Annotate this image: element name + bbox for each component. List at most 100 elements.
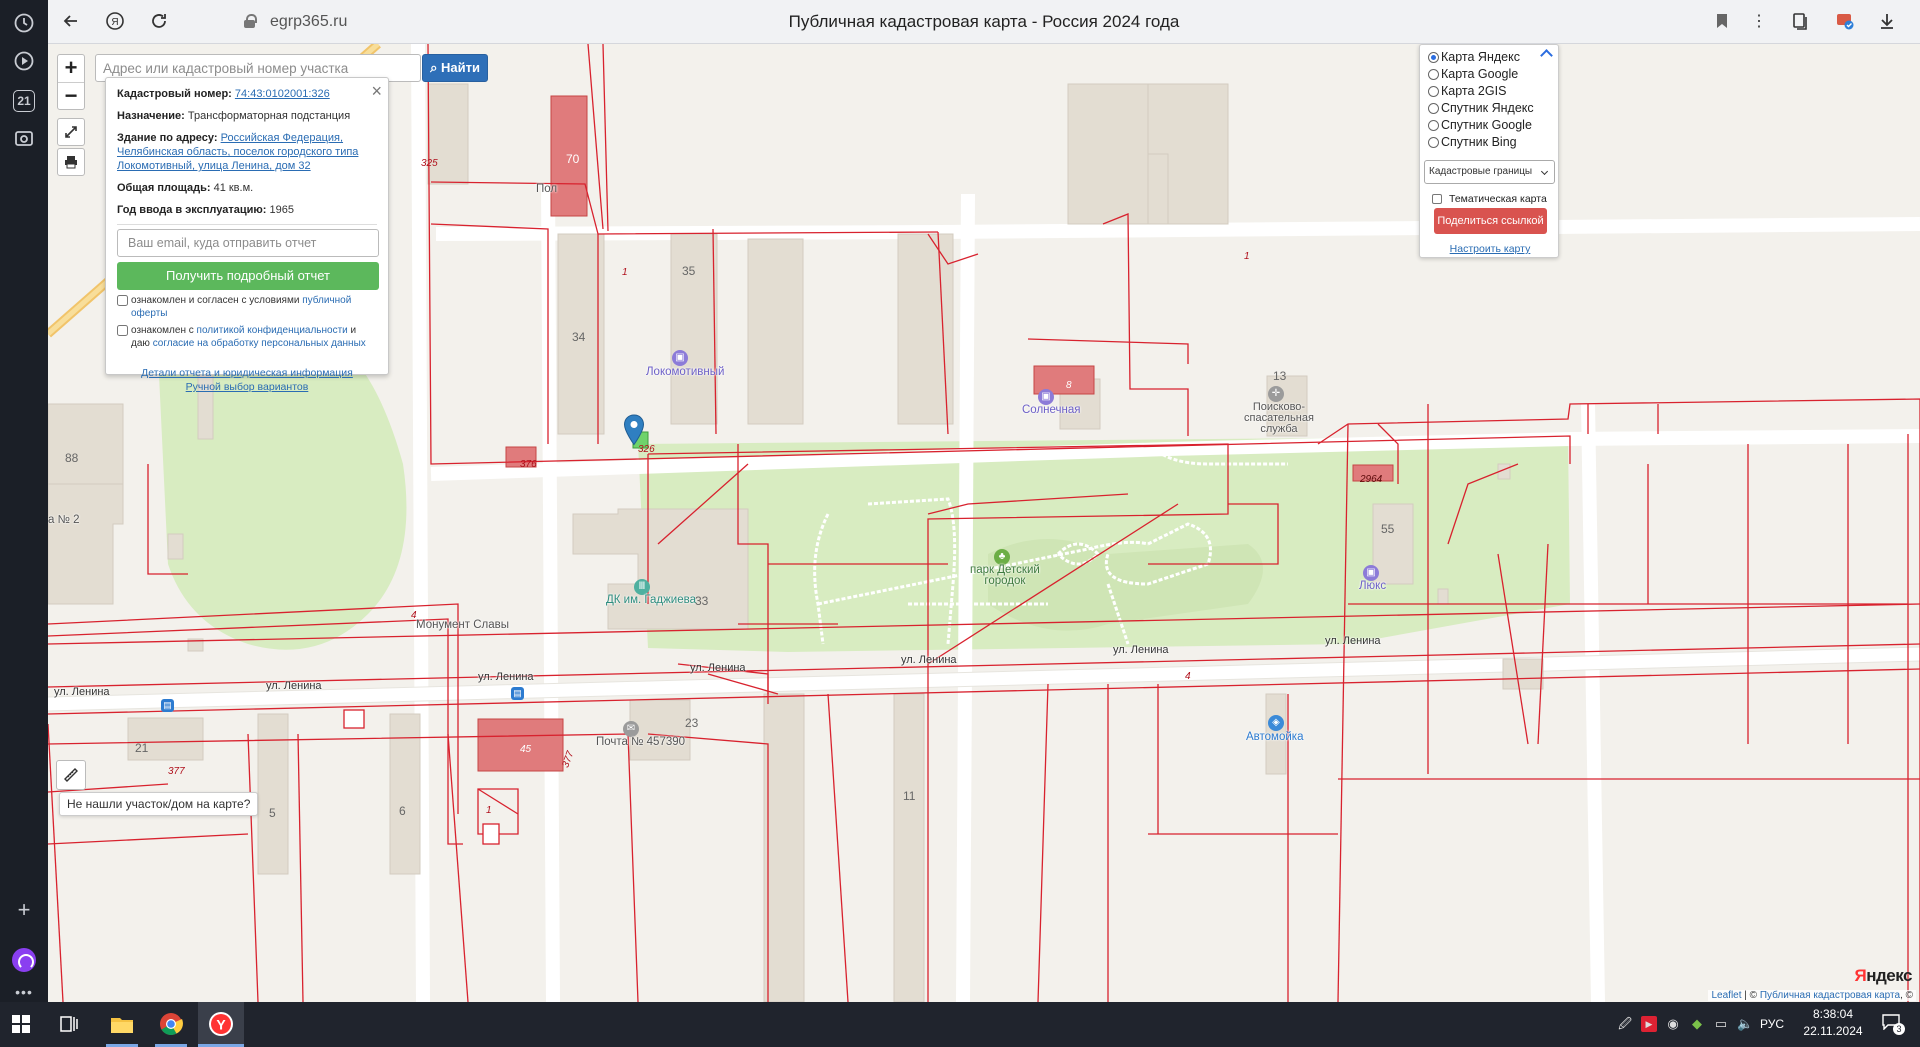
poi-park[interactable]: парк Детский городок	[970, 564, 1040, 587]
search-button[interactable]: ⌕ Найти	[422, 54, 488, 82]
notifications-icon[interactable]: 3	[1882, 1014, 1905, 1035]
manual-select-link[interactable]: Ручной выбор вариантов	[186, 381, 309, 393]
back-arrow-icon[interactable]	[60, 11, 82, 33]
layer-yandex-sat[interactable]: Спутник Яндекс	[1428, 100, 1534, 116]
yandex-browser-task[interactable]: Y	[198, 1002, 244, 1047]
layer-yandex-map[interactable]: Карта Яндекс	[1428, 49, 1520, 65]
network-icon[interactable]: ▭	[1713, 1016, 1729, 1032]
zoom-out-button[interactable]: −	[58, 82, 84, 109]
screenshot-icon[interactable]	[12, 128, 36, 152]
play-icon[interactable]	[12, 50, 36, 74]
map-canvas[interactable]: ул. Ленина ул. Ленина ул. Ленина ул. Лен…	[48, 44, 1920, 1002]
yandex-logo-y: Я	[1854, 966, 1867, 985]
parcel-number[interactable]: 325	[421, 158, 438, 169]
poi-search-rescue[interactable]: Поисково- спасательная служба	[1244, 402, 1314, 435]
layer-2gis-map[interactable]: Карта 2GIS	[1428, 83, 1506, 99]
radio-button[interactable]	[1428, 68, 1439, 80]
poi-post[interactable]: Почта № 457390	[596, 736, 685, 748]
radio-button[interactable]	[1428, 51, 1439, 63]
hotel-icon[interactable]: ▣	[1363, 565, 1379, 581]
poi-monument[interactable]: Монумент Славы	[416, 619, 509, 631]
bookmark-icon[interactable]	[1711, 11, 1733, 33]
building-number: 23	[685, 716, 699, 730]
personal-data-link[interactable]: согласие на обработку персональных данны…	[153, 338, 366, 349]
chrome-icon[interactable]	[157, 1010, 185, 1038]
consent-privacy[interactable]: ознакомлен с политикой конфиденциальност…	[117, 324, 377, 350]
poi-dk[interactable]: ДК им. Гаджиева	[606, 594, 696, 606]
menu-dots-icon[interactable]: ⋮	[1748, 11, 1770, 33]
radio-button[interactable]	[1428, 102, 1439, 114]
bus-stop-icon[interactable]: ▤	[161, 699, 174, 712]
address-bar[interactable]: egrp365.ru	[270, 13, 347, 31]
tray-app-icon[interactable]: 🖉	[1617, 1016, 1633, 1032]
lock-icon[interactable]	[244, 14, 257, 28]
location-marker-icon[interactable]	[623, 414, 645, 446]
poi-lux[interactable]: Люкс	[1359, 580, 1386, 592]
zoom-in-button[interactable]: +	[58, 55, 84, 82]
tray-app-icon[interactable]: ◉	[1665, 1016, 1681, 1032]
share-link-button[interactable]: Поделиться ссылкой	[1434, 208, 1547, 234]
tray-app-icon[interactable]: ▶	[1641, 1016, 1657, 1032]
windows-start-icon[interactable]	[12, 1015, 30, 1033]
collections-icon[interactable]	[1790, 11, 1812, 33]
extension-icon[interactable]	[1834, 11, 1856, 33]
overlay-select[interactable]: Кадастровые границы	[1424, 160, 1555, 184]
poi-solnechnaya[interactable]: Солнечная	[1022, 404, 1081, 416]
cad-number-link[interactable]: 74:43:0102001:326	[235, 88, 330, 100]
download-icon[interactable]	[1876, 11, 1898, 33]
layer-bing-sat[interactable]: Спутник Bing	[1428, 134, 1517, 150]
hotel-icon[interactable]: ▣	[672, 350, 688, 366]
poi-lokomotivny[interactable]: Локомотивный	[646, 366, 724, 378]
layer-google-sat[interactable]: Спутник Google	[1428, 117, 1532, 133]
get-report-button[interactable]: Получить подробный отчет	[117, 262, 379, 290]
alice-assistant-icon[interactable]	[12, 948, 36, 972]
volume-icon[interactable]: 🔈	[1737, 1016, 1753, 1032]
bus-stop-icon[interactable]: ▤	[511, 687, 524, 700]
chevron-up-icon[interactable]	[1540, 49, 1553, 62]
parcel-number[interactable]: 376	[520, 459, 537, 470]
radio-button[interactable]	[1428, 85, 1439, 97]
consent-privacy-text-a: ознакомлен с	[131, 325, 194, 336]
not-found-tooltip[interactable]: Не нашли участок/дом на карте?	[59, 792, 259, 816]
consent-privacy-checkbox[interactable]	[117, 325, 128, 336]
street-label: ул. Ленина	[1325, 635, 1381, 647]
year-label: Год ввода в эксплуатацию:	[117, 204, 267, 216]
file-explorer-icon[interactable]	[108, 1010, 136, 1038]
ruler-icon[interactable]	[56, 760, 86, 790]
car-wash-icon[interactable]: ◈	[1268, 715, 1284, 731]
thematic-checkbox[interactable]	[1432, 194, 1442, 204]
yandex-home-icon[interactable]: Я	[104, 11, 126, 33]
consent-offer[interactable]: ознакомлен и согласен с условиями публич…	[117, 294, 377, 320]
layer-google-map[interactable]: Карта Google	[1428, 66, 1518, 82]
museum-icon[interactable]: Ⅲ	[634, 579, 650, 595]
radio-button[interactable]	[1428, 119, 1439, 131]
consent-offer-checkbox[interactable]	[117, 295, 128, 306]
nvidia-icon[interactable]: ◆	[1689, 1016, 1705, 1032]
thematic-toggle[interactable]: Тематическая карта	[1432, 193, 1547, 205]
purpose-label: Назначение:	[117, 110, 185, 122]
task-view-icon[interactable]	[60, 1015, 78, 1033]
customize-map-link[interactable]: Настроить карту	[1420, 243, 1560, 255]
poi-carwash[interactable]: Автомойка	[1246, 731, 1303, 743]
privacy-link[interactable]: политикой конфиденциальности	[197, 325, 348, 336]
details-link[interactable]: Детали отчета и юридическая информация	[141, 367, 353, 379]
print-icon[interactable]	[57, 148, 85, 176]
close-icon[interactable]: ×	[371, 81, 382, 102]
pkk-link[interactable]: Публичная кадастровая карта	[1760, 990, 1900, 1001]
leaflet-link[interactable]: Leaflet	[1711, 990, 1741, 1001]
rescue-service-icon[interactable]: ✛	[1268, 386, 1284, 402]
hotel-icon[interactable]: ▣	[1038, 389, 1054, 405]
clock[interactable]: 8:38:04 22.11.2024	[1800, 1006, 1866, 1040]
history-icon[interactable]	[12, 12, 36, 36]
language-indicator[interactable]: РУС	[1760, 1017, 1784, 1031]
radio-button[interactable]	[1428, 136, 1439, 148]
more-icon[interactable]: •••	[12, 980, 36, 1004]
fullscreen-icon[interactable]	[57, 118, 85, 146]
email-field[interactable]	[117, 229, 379, 257]
post-office-icon[interactable]: ✉	[623, 721, 639, 737]
calendar-icon[interactable]: 21	[13, 90, 35, 112]
parcel-number[interactable]: 377	[168, 766, 185, 777]
reload-icon[interactable]	[148, 11, 170, 33]
park-icon[interactable]: ♣	[994, 549, 1010, 565]
add-panel-icon[interactable]: +	[12, 898, 36, 922]
